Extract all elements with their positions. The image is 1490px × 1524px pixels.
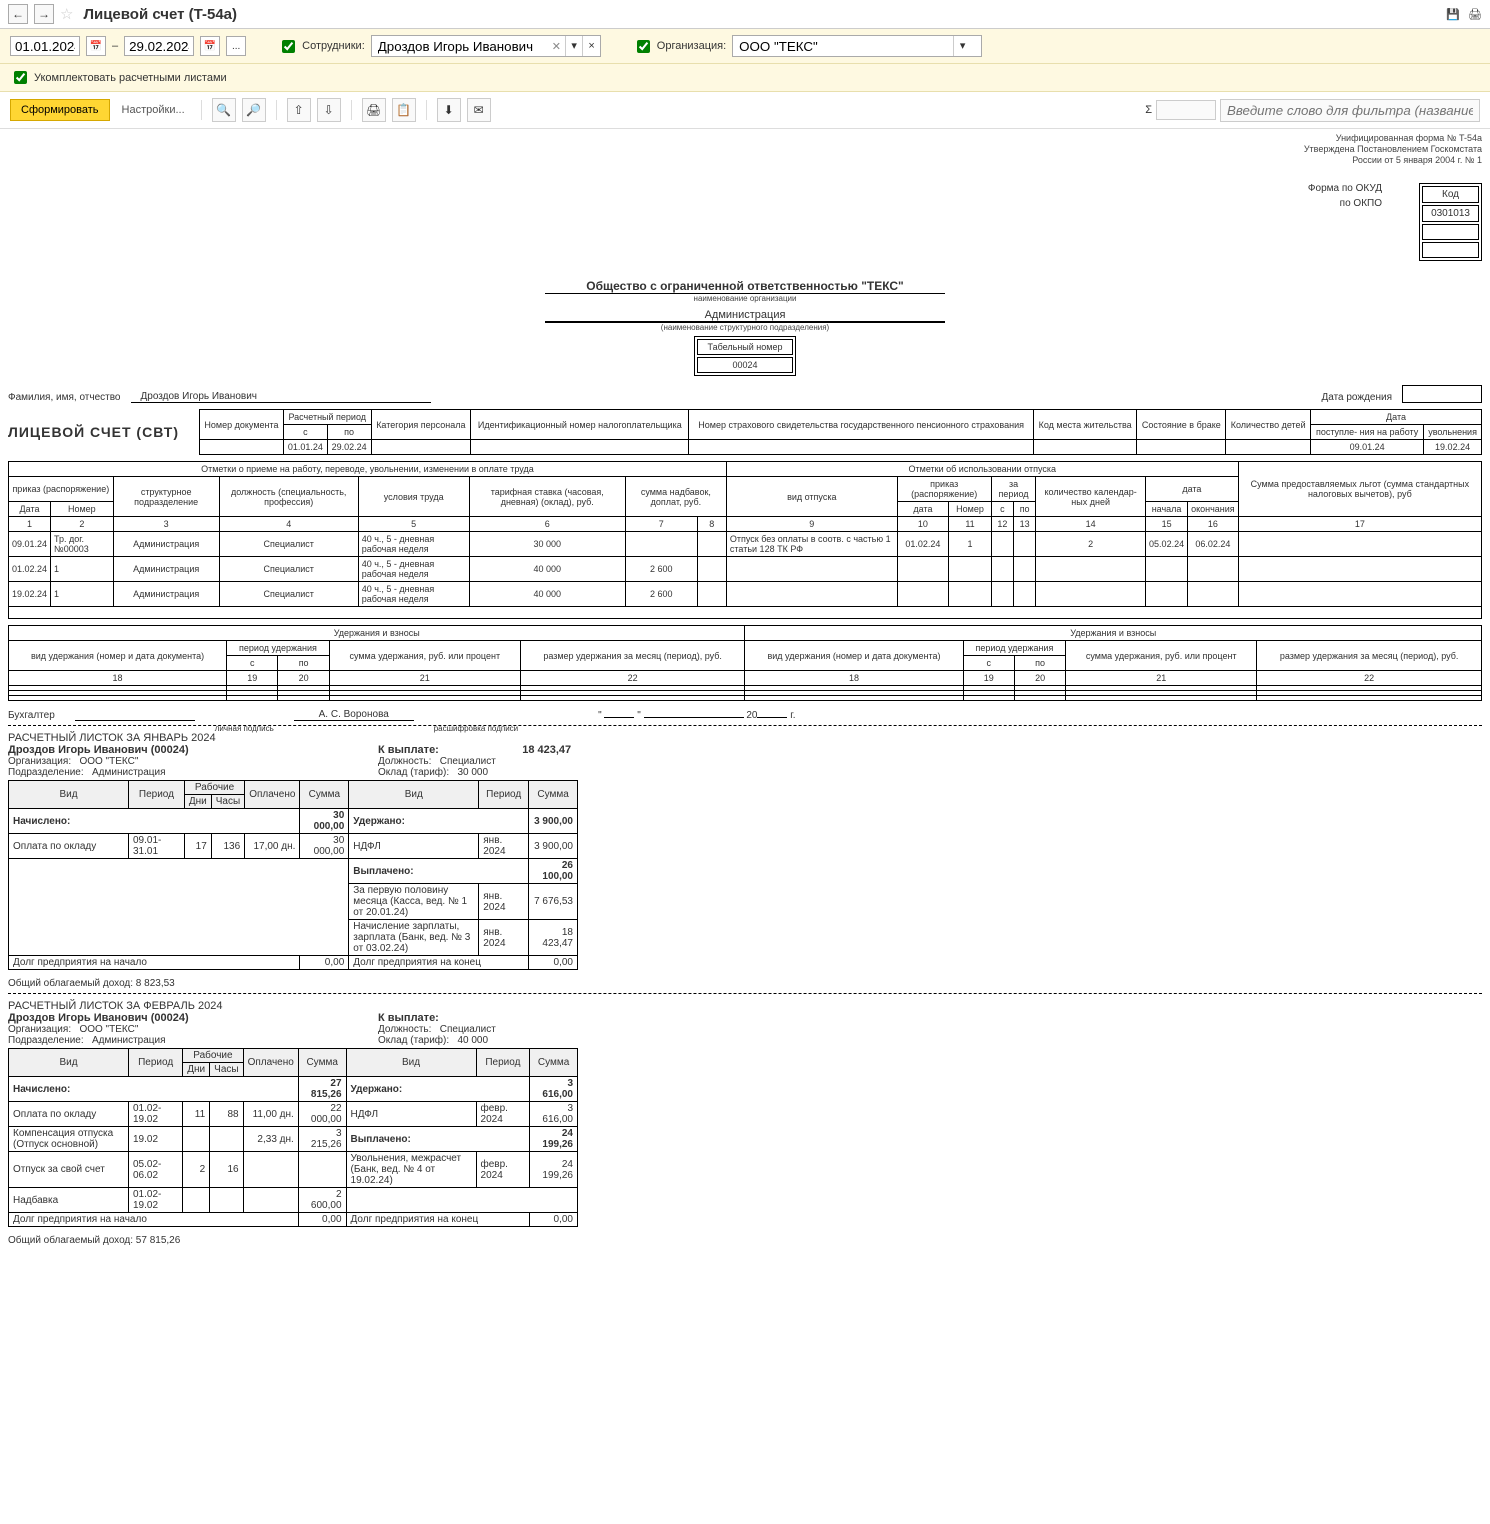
date-from-input[interactable] xyxy=(10,36,80,56)
org-input[interactable] xyxy=(733,36,953,56)
slip2-table: Вид Период Рабочие Оплачено Сумма Вид Пе… xyxy=(8,1048,578,1227)
zoom-out-icon[interactable]: 🔎 xyxy=(242,98,266,122)
code-box: Код 0301013 xyxy=(1419,183,1482,261)
search-input[interactable] xyxy=(1220,99,1480,122)
document-body: Унифицированная форма № T-54а Утверждена… xyxy=(0,129,1490,1266)
okud-label: Форма по ОКУД xyxy=(1308,183,1382,194)
form-code-line3: России от 5 января 2004 г. № 1 xyxy=(1304,155,1482,166)
form-code-line2: Утверждена Постановлением Госкомстата xyxy=(1304,144,1482,155)
dob-box xyxy=(1402,385,1482,403)
complete-checkbox-row[interactable]: Укомплектовать расчетными листами xyxy=(10,68,1480,87)
back-button[interactable]: ← xyxy=(8,4,28,24)
forward-button[interactable]: → xyxy=(34,4,54,24)
main-header-table: Номер документа Расчетный период Категор… xyxy=(199,409,1482,455)
date-to-cal-icon[interactable]: 📅 xyxy=(200,36,220,56)
form-code-line1: Унифицированная форма № T-54а xyxy=(1304,133,1482,144)
favorite-star-icon[interactable]: ☆ xyxy=(60,5,73,23)
org-checkbox[interactable] xyxy=(637,40,650,53)
sigma-icon: Σ xyxy=(1145,104,1152,116)
org-name: Общество с ограниченной ответственностью… xyxy=(8,279,1482,293)
date-to-input[interactable] xyxy=(124,36,194,56)
employee-input[interactable] xyxy=(372,36,552,56)
signature-row: Бухгалтер личная подпись А. С. Воронова … xyxy=(8,709,1482,721)
employee-clear2-icon[interactable]: × xyxy=(582,36,599,56)
filter-bar: 📅 – 📅 ... Сотрудники: ✕ ▾ × Организация:… xyxy=(0,29,1490,64)
withholdings-table: Удержания и взносы Удержания и взносы ви… xyxy=(8,625,1482,701)
fio-label: Фамилия, имя, отчество xyxy=(8,392,121,403)
settings-link[interactable]: Настройки... xyxy=(116,100,191,120)
employee-dropdown-icon[interactable]: ▾ xyxy=(565,36,582,56)
complete-checkbox[interactable] xyxy=(14,71,27,84)
save-icon[interactable]: 💾 xyxy=(1446,8,1460,21)
org-filter[interactable]: Организация: xyxy=(633,37,726,56)
doc-big-title: ЛИЦЕВОЙ СЧЕТ (СВТ) xyxy=(8,424,179,440)
slip1-employee: Дроздов Игорь Иванович (00024) xyxy=(8,744,348,756)
employees-checkbox[interactable] xyxy=(282,40,295,53)
slip2-taxable: Общий облагаемый доход: 57 815,26 xyxy=(8,1235,1482,1246)
page-title: Лицевой счет (T-54а) xyxy=(83,6,237,23)
employee-combo[interactable]: ✕ ▾ × xyxy=(371,35,601,57)
top-bar: ← → ☆ Лицевой счет (T-54а) 💾 🖨 xyxy=(0,0,1490,29)
employees-filter[interactable]: Сотрудники: xyxy=(278,37,365,56)
action-toolbar: Сформировать Настройки... 🔍 🔎 ⇧ ⇩ 🖨 📋 ⬇ … xyxy=(0,92,1490,129)
okpo-label: по ОКПО xyxy=(1340,198,1382,209)
email-icon[interactable]: ✉ xyxy=(467,98,491,122)
okpo-value xyxy=(1422,224,1479,240)
fio-value: Дроздов Игорь Иванович xyxy=(131,391,431,403)
slip2-employee: Дроздов Игорь Иванович (00024) xyxy=(8,1012,348,1024)
dept-name: Администрация xyxy=(545,309,945,322)
tab-number: Табельный номер 00024 xyxy=(694,336,797,376)
dept-sub: (наименование структурного подразделения… xyxy=(545,322,945,332)
okud-value: 0301013 xyxy=(1422,205,1479,222)
org-sub: наименование организации xyxy=(545,293,945,303)
slip1-taxable: Общий облагаемый доход: 8 823,53 xyxy=(8,978,1482,989)
code-header: Код xyxy=(1422,186,1479,203)
hiring-vacation-table: Отметки о приеме на работу, переводе, ув… xyxy=(8,461,1482,619)
copy-icon[interactable]: 📋 xyxy=(392,98,416,122)
save-file-icon[interactable]: ⬇ xyxy=(437,98,461,122)
org-combo[interactable]: ▾ xyxy=(732,35,982,57)
print-icon[interactable]: 🖨 xyxy=(1468,8,1482,21)
print-button-icon[interactable]: 🖨 xyxy=(362,98,386,122)
slip1-title: РАСЧЕТНЫЙ ЛИСТОК ЗА ЯНВАРЬ 2024 xyxy=(8,732,1482,744)
generate-button[interactable]: Сформировать xyxy=(10,99,110,121)
date-from-cal-icon[interactable]: 📅 xyxy=(86,36,106,56)
filter-bar-2: Укомплектовать расчетными листами xyxy=(0,64,1490,92)
expand-icon[interactable]: ⇩ xyxy=(317,98,341,122)
dob-label: Дата рождения xyxy=(1321,392,1392,403)
slip1-table: Вид Период Рабочие Оплачено Сумма Вид Пе… xyxy=(8,780,578,970)
date-range-more-button[interactable]: ... xyxy=(226,36,246,56)
org-dropdown-icon[interactable]: ▾ xyxy=(953,36,971,56)
slip2-title: РАСЧЕТНЫЙ ЛИСТОК ЗА ФЕВРАЛЬ 2024 xyxy=(8,1000,1482,1012)
zoom-in-icon[interactable]: 🔍 xyxy=(212,98,236,122)
collapse-icon[interactable]: ⇧ xyxy=(287,98,311,122)
employee-clear-icon[interactable]: ✕ xyxy=(552,40,565,53)
